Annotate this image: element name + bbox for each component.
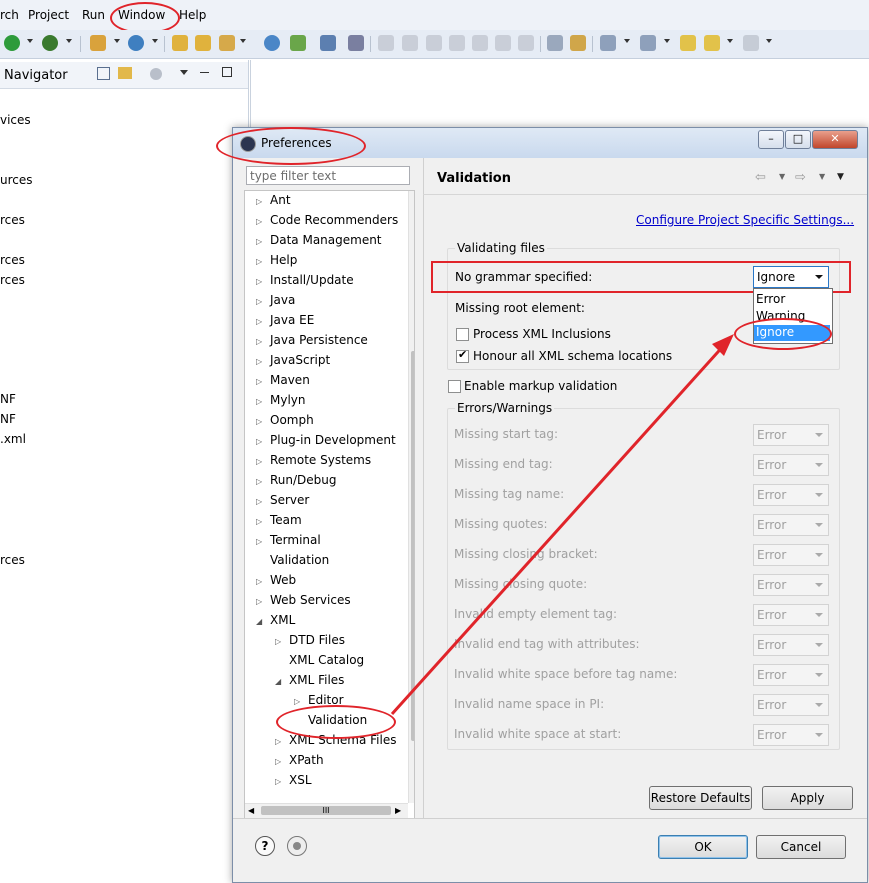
annotation-arrow — [390, 334, 734, 716]
arrow-line — [390, 341, 728, 716]
